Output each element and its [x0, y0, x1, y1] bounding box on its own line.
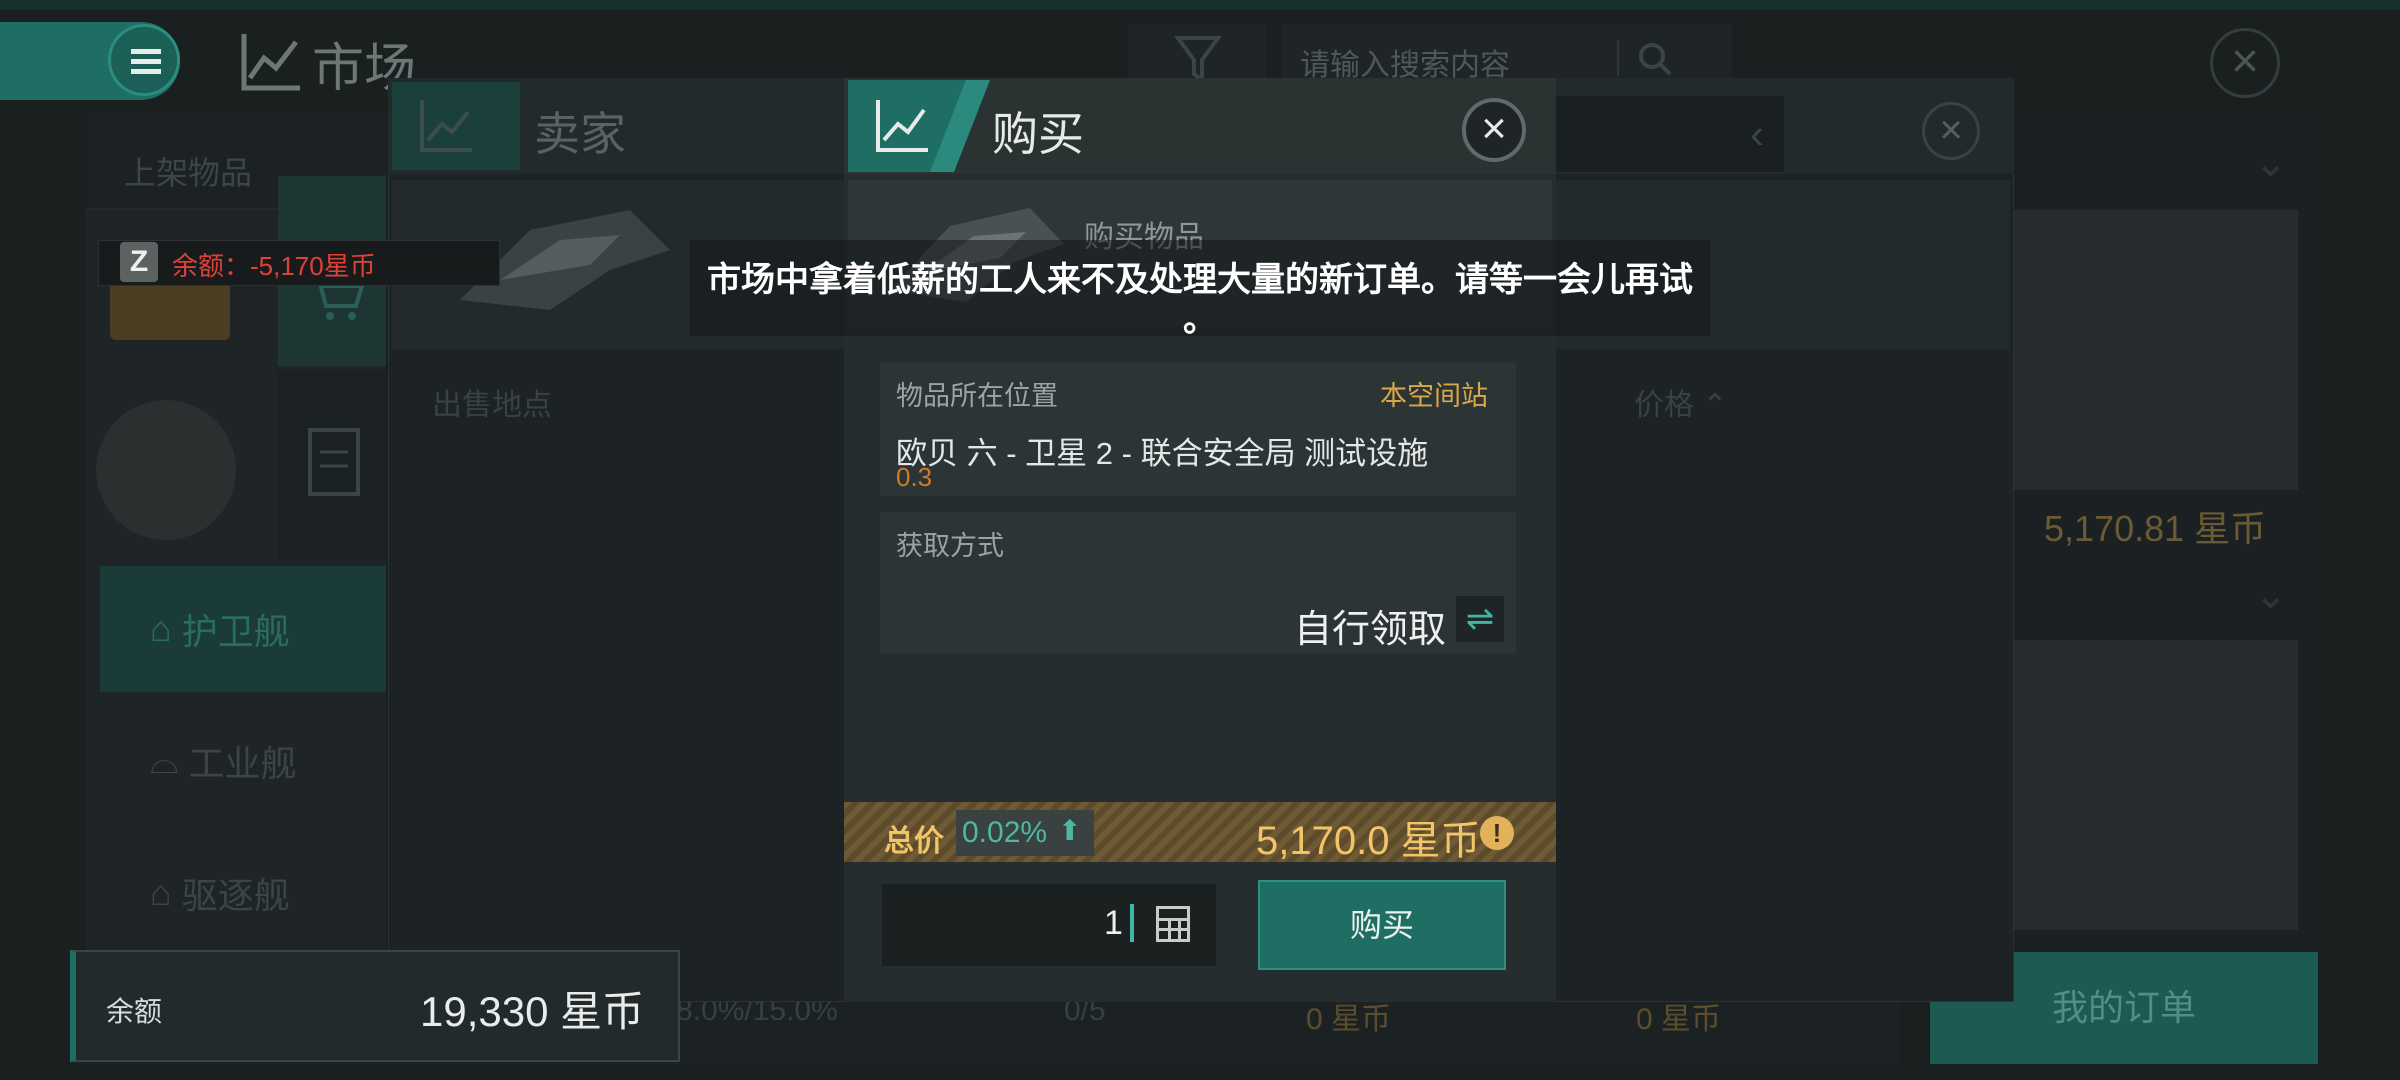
text-caret	[1130, 904, 1134, 942]
total-value: 5,170.0 星币	[1256, 819, 1481, 863]
current-station-link[interactable]: 本空间站	[1380, 374, 1488, 413]
balance-value: 19,330 星币	[420, 988, 645, 1035]
clipboard-icon	[308, 428, 360, 496]
seller-close-button[interactable]: ×	[1922, 102, 1980, 160]
market-chart-icon	[241, 34, 300, 91]
category-label: 护卫舰	[181, 611, 290, 652]
percent-value: 0.02%	[962, 816, 1048, 849]
warning-icon[interactable]: !	[1480, 816, 1514, 850]
total-label: 总价	[884, 825, 944, 858]
collapse-arrow[interactable]: ‹	[1554, 96, 1784, 172]
seller-price-column[interactable]: 价格 ⌃	[1634, 380, 1727, 424]
chevron-down-icon[interactable]: ⌄	[2254, 572, 2288, 618]
buy-close-button[interactable]: ×	[1462, 98, 1526, 162]
pickup-method-value: 自行领取	[1294, 609, 1447, 651]
balance-label: 余额	[106, 996, 163, 1027]
industrial-icon: ⌓	[150, 739, 189, 781]
destroyer-icon: ⌂	[150, 872, 182, 913]
arrow-up-icon: ⬆	[1058, 815, 1082, 846]
buy-button[interactable]: 购买	[1258, 880, 1506, 970]
menu-button[interactable]	[108, 24, 180, 96]
listing-card[interactable]	[2008, 640, 2298, 930]
price-column-label: 价格	[1634, 389, 1694, 422]
seller-title: 卖家	[534, 108, 626, 160]
ship-thumbnail[interactable]	[96, 400, 236, 540]
z-badge-icon: Z	[120, 242, 158, 282]
category-frigate[interactable]: ⌂ 护卫舰	[100, 566, 386, 692]
toast-message-end: 。	[1183, 301, 1217, 339]
chevron-up-icon: ⌃	[1702, 389, 1728, 422]
listing-price: 5,170.81 星币	[2044, 508, 2267, 549]
listing-card[interactable]	[2008, 210, 2298, 490]
market-close-button[interactable]: ×	[2210, 28, 2280, 98]
frigate-icon: ⌂	[150, 608, 182, 649]
location-name: 欧贝 六 - 卫星 2 - 联合安全局 测试设施	[896, 436, 1429, 471]
calculator-icon[interactable]	[1156, 906, 1190, 942]
balance-warning-text: 余额：-5,170星币	[172, 251, 376, 281]
buy-title: 购买	[992, 108, 1084, 160]
pickup-method-label: 获取方式	[896, 531, 1004, 561]
seller-location-column: 出售地点	[432, 389, 552, 422]
top-border	[0, 0, 2400, 10]
category-label: 驱逐舰	[181, 875, 290, 916]
orders-tab[interactable]	[278, 370, 386, 560]
listed-items-label: 上架物品	[124, 155, 253, 191]
security-status: 0.3	[896, 462, 933, 492]
quantity-value: 1	[1104, 904, 1123, 942]
category-industrial[interactable]: ⌓ 工业舰	[100, 698, 386, 824]
chevron-down-icon[interactable]: ⌄	[2254, 140, 2288, 186]
swap-icon[interactable]: ⇌	[1456, 596, 1504, 642]
location-label: 物品所在位置	[896, 381, 1058, 411]
category-label: 工业舰	[188, 743, 297, 784]
category-destroyer[interactable]: ⌂ 驱逐舰	[100, 830, 386, 956]
chart-icon	[420, 100, 472, 152]
seller-tab	[392, 82, 520, 170]
